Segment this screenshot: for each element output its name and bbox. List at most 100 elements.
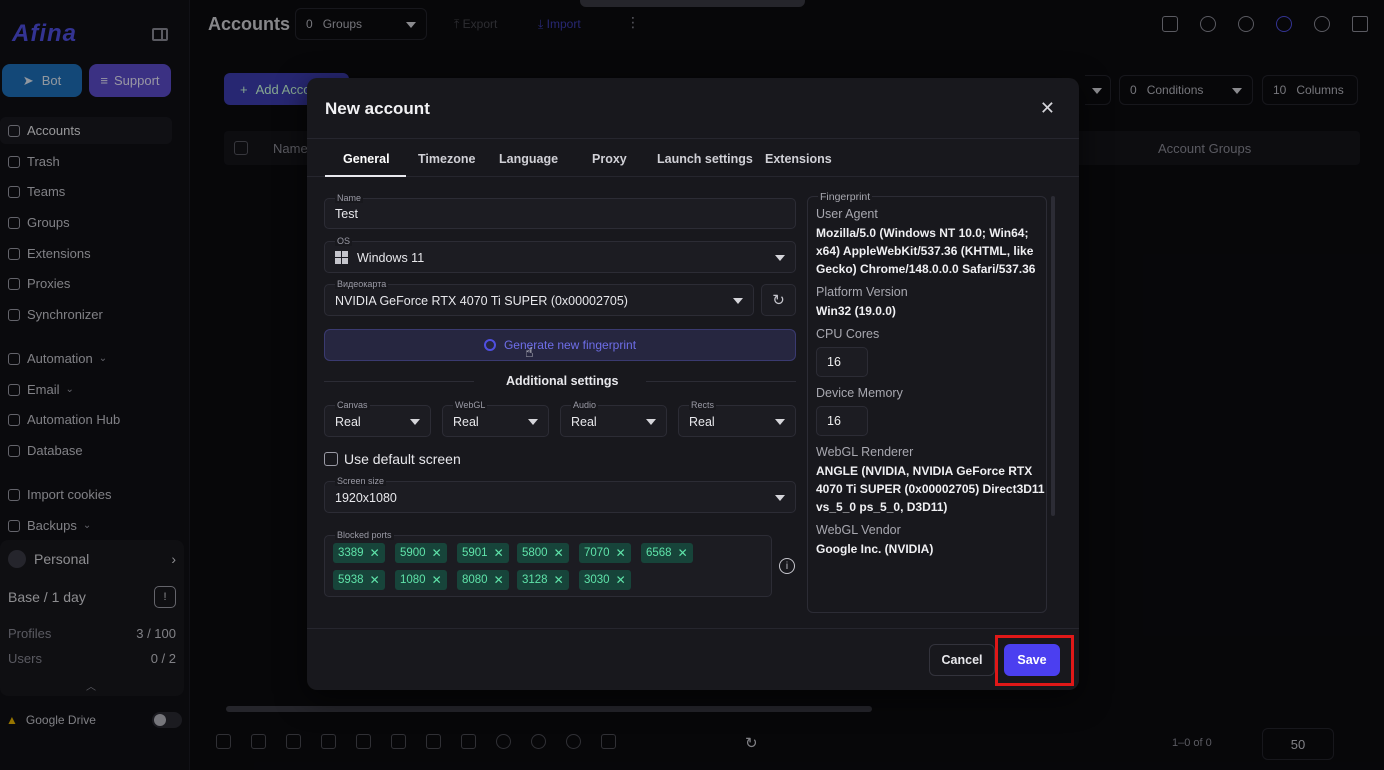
fingerprint-icon bbox=[483, 339, 496, 351]
caret-down-icon bbox=[646, 419, 656, 425]
remove-port-icon[interactable]: ✕ bbox=[494, 573, 504, 587]
canvas-label: Canvas bbox=[335, 400, 370, 410]
tab-general[interactable]: General bbox=[343, 152, 390, 166]
remove-port-icon[interactable]: ✕ bbox=[370, 546, 380, 560]
platform-version-value: Win32 (19.0.0) bbox=[816, 304, 896, 318]
gpu-label: Видеокарта bbox=[335, 279, 389, 289]
blocked-ports-field[interactable]: Blocked ports 3389 ✕ 5900 ✕ 5901 ✕ 5800 ✕ 70… bbox=[324, 530, 772, 597]
generate-fingerprint-button[interactable]: Generate new fingerprint bbox=[324, 329, 796, 361]
port-value: 3389 bbox=[338, 547, 364, 559]
screen-size-label: Screen size bbox=[335, 476, 387, 486]
canvas-select[interactable]: Canvas Real bbox=[324, 400, 431, 437]
port-chip: 7070 ✕ bbox=[579, 543, 631, 563]
fingerprint-scrollbar[interactable] bbox=[1051, 196, 1055, 516]
tab-extensions[interactable]: Extensions bbox=[765, 152, 832, 166]
user-agent-value: Mozilla/5.0 (Windows NT 10.0; Win64; x64… bbox=[816, 226, 1036, 276]
os-select[interactable]: OS Windows 11 bbox=[324, 236, 796, 273]
audio-value: Real bbox=[571, 415, 597, 429]
name-value: Test bbox=[335, 207, 358, 221]
os-value: Windows 11 bbox=[357, 251, 425, 265]
port-chip: 5901 ✕ bbox=[457, 543, 509, 563]
fingerprint-title: Fingerprint bbox=[818, 191, 873, 203]
webgl-vendor-label: WebGL Vendor bbox=[816, 523, 901, 537]
platform-version-label: Platform Version bbox=[816, 285, 908, 299]
tab-language[interactable]: Language bbox=[499, 152, 558, 166]
mouse-cursor-icon: ☝ bbox=[525, 344, 534, 360]
additional-settings-title: Additional settings bbox=[506, 374, 619, 388]
remove-port-icon[interactable]: ✕ bbox=[554, 546, 564, 560]
remove-port-icon[interactable]: ✕ bbox=[554, 573, 564, 587]
windows-icon bbox=[335, 251, 348, 264]
port-chip: 5938 ✕ bbox=[333, 570, 385, 590]
use-default-screen-checkbox[interactable] bbox=[324, 452, 338, 466]
caret-down-icon bbox=[775, 419, 785, 425]
info-icon[interactable]: i bbox=[779, 558, 795, 574]
dialog-footer-divider bbox=[307, 628, 1079, 629]
gpu-value: NVIDIA GeForce RTX 4070 Ti SUPER (0x0000… bbox=[335, 294, 628, 308]
webgl-select[interactable]: WebGL Real bbox=[442, 400, 549, 437]
webgl-label: WebGL bbox=[453, 400, 488, 410]
caret-down-icon bbox=[528, 419, 538, 425]
port-chip: 5900 ✕ bbox=[395, 543, 447, 563]
port-value: 5901 bbox=[462, 547, 488, 559]
remove-port-icon[interactable]: ✕ bbox=[678, 546, 688, 560]
cpu-cores-value[interactable]: 16 bbox=[816, 347, 868, 377]
webgl-renderer-value: ANGLE (NVIDIA, NVIDIA GeForce RTX 4070 T… bbox=[816, 464, 1045, 514]
divider bbox=[646, 381, 796, 382]
remove-port-icon[interactable]: ✕ bbox=[494, 546, 504, 560]
use-default-screen-label[interactable]: Use default screen bbox=[344, 451, 461, 467]
divider bbox=[324, 381, 474, 382]
audio-select[interactable]: Audio Real bbox=[560, 400, 667, 437]
screen-size-value: 1920x1080 bbox=[335, 491, 397, 505]
refresh-gpu-icon[interactable]: ↻ bbox=[761, 284, 796, 316]
port-chip: 1080 ✕ bbox=[395, 570, 447, 590]
port-value: 5900 bbox=[400, 547, 426, 559]
webgl-vendor-value: Google Inc. (NVIDIA) bbox=[816, 542, 934, 556]
fingerprint-panel: Fingerprint User Agent Mozilla/5.0 (Wind… bbox=[807, 191, 1047, 613]
active-tab-indicator bbox=[325, 175, 406, 177]
port-value: 5938 bbox=[338, 574, 364, 586]
remove-port-icon[interactable]: ✕ bbox=[432, 546, 442, 560]
tab-launch-settings[interactable]: Launch settings bbox=[657, 152, 753, 166]
port-value: 7070 bbox=[584, 547, 610, 559]
device-memory-label: Device Memory bbox=[816, 386, 903, 400]
rects-label: Rects bbox=[689, 400, 717, 410]
remove-port-icon[interactable]: ✕ bbox=[616, 573, 626, 587]
device-memory-value[interactable]: 16 bbox=[816, 406, 868, 436]
tab-proxy[interactable]: Proxy bbox=[592, 152, 627, 166]
name-field[interactable]: Name Test bbox=[324, 193, 796, 229]
port-chip: 8080 ✕ bbox=[457, 570, 509, 590]
remove-port-icon[interactable]: ✕ bbox=[432, 573, 442, 587]
webgl-value: Real bbox=[453, 415, 479, 429]
port-value: 8080 bbox=[462, 574, 488, 586]
port-chip: 5800 ✕ bbox=[517, 543, 569, 563]
port-chip: 3389 ✕ bbox=[333, 543, 385, 563]
cpu-cores-label: CPU Cores bbox=[816, 327, 880, 341]
port-value: 3128 bbox=[522, 574, 548, 586]
caret-down-icon bbox=[410, 419, 420, 425]
save-highlight-box bbox=[995, 635, 1074, 686]
rects-value: Real bbox=[689, 415, 715, 429]
name-label: Name bbox=[335, 193, 364, 203]
caret-down-icon bbox=[775, 255, 785, 261]
dialog-tabs: General Timezone Language Proxy Launch s… bbox=[307, 138, 1079, 177]
port-chip: 6568 ✕ bbox=[641, 543, 693, 563]
os-label: OS bbox=[335, 236, 353, 246]
port-value: 3030 bbox=[584, 574, 610, 586]
generate-fingerprint-label: Generate new fingerprint bbox=[503, 338, 637, 352]
gpu-select[interactable]: Видеокарта NVIDIA GeForce RTX 4070 Ti SU… bbox=[324, 279, 754, 316]
dialog-title: New account bbox=[325, 99, 430, 118]
tab-timezone[interactable]: Timezone bbox=[418, 152, 475, 166]
remove-port-icon[interactable]: ✕ bbox=[370, 573, 380, 587]
port-value: 6568 bbox=[646, 547, 672, 559]
remove-port-icon[interactable]: ✕ bbox=[616, 546, 626, 560]
canvas-value: Real bbox=[335, 415, 361, 429]
cancel-button[interactable]: Cancel bbox=[929, 644, 995, 676]
rects-select[interactable]: Rects Real bbox=[678, 400, 796, 437]
screen-size-select[interactable]: Screen size 1920x1080 bbox=[324, 476, 796, 513]
port-chip: 3128 ✕ bbox=[517, 570, 569, 590]
port-value: 1080 bbox=[400, 574, 426, 586]
port-chip: 3030 ✕ bbox=[579, 570, 631, 590]
close-icon[interactable]: ✕ bbox=[1040, 98, 1055, 119]
caret-down-icon bbox=[775, 495, 785, 501]
